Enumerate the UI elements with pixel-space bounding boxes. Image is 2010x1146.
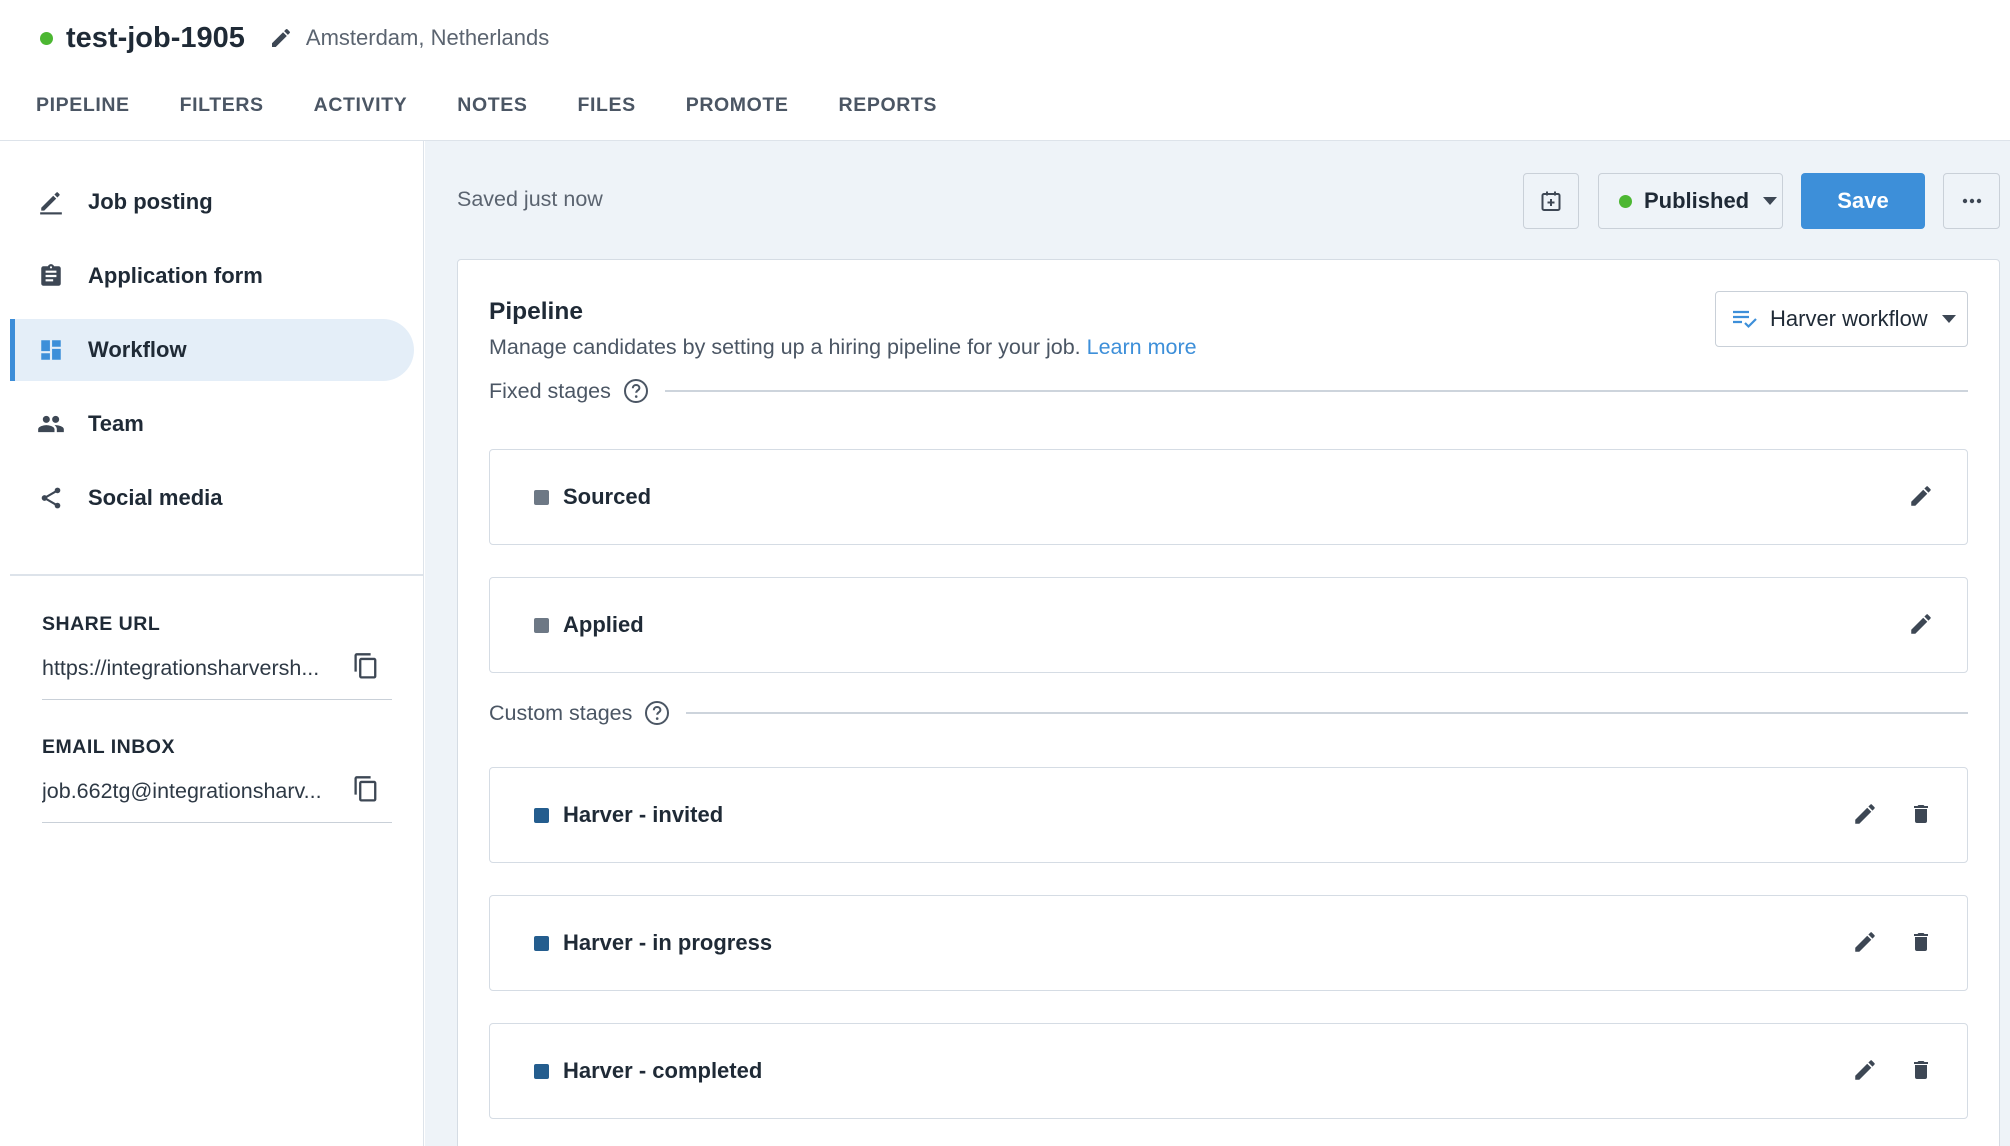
published-status-dot (1619, 194, 1632, 208)
sidebar: Job posting Application form Workflow Te… (10, 141, 424, 1146)
job-title-row: test-job-1905 Amsterdam, Netherlands (40, 18, 549, 58)
sidebar-item-label: Workflow (88, 337, 187, 362)
edit-stage-pencil-icon[interactable] (1905, 608, 1937, 640)
pipeline-card: Pipeline Manage candidates by setting up… (457, 259, 2000, 1146)
pipeline-title: Pipeline (489, 298, 583, 325)
tab-pipeline[interactable]: PIPELINE (36, 88, 130, 122)
edit-stage-pencil-icon[interactable] (1905, 480, 1937, 512)
stage-color-marker (534, 1063, 549, 1079)
stage-color-marker (534, 489, 549, 505)
stage-actions (1849, 1054, 1937, 1086)
chevron-down-icon (1763, 197, 1778, 205)
delete-stage-trash-icon[interactable] (1905, 926, 1937, 958)
clipboard-icon (36, 261, 66, 291)
schedule-button[interactable] (1523, 173, 1579, 229)
stage-actions (1849, 798, 1937, 830)
job-location: Amsterdam, Netherlands (305, 25, 550, 50)
help-icon[interactable] (644, 700, 670, 726)
email-inbox-row: job.662tg@integrationsharv... (42, 776, 392, 823)
stage-name: Applied (563, 612, 644, 637)
stage-actions (1905, 608, 1937, 640)
sidebar-item-label: Job posting (88, 189, 213, 214)
copy-url-icon[interactable] (352, 652, 380, 682)
tab-reports[interactable]: REPORTS (839, 88, 937, 122)
stage-name: Harver - completed (563, 1058, 763, 1083)
job-tabs: PIPELINE FILTERS ACTIVITY NOTES FILES PR… (36, 88, 987, 122)
dashboard-icon (36, 335, 66, 365)
edit-stage-pencil-icon[interactable] (1849, 798, 1881, 830)
tab-promote[interactable]: PROMOTE (686, 88, 789, 122)
sidebar-item-application-form[interactable]: Application form (10, 245, 414, 307)
save-status-text: Saved just now (457, 187, 603, 211)
tab-notes[interactable]: NOTES (457, 88, 527, 122)
stage-color-marker (534, 935, 549, 951)
edit-stage-pencil-icon[interactable] (1849, 1054, 1881, 1086)
sidebar-nav: Job posting Application form Workflow Te… (10, 171, 414, 541)
publish-status-dropdown[interactable]: Published (1598, 173, 1783, 229)
stage-name: Harver - in progress (563, 930, 773, 955)
fixed-stages-header: Fixed stages (489, 376, 1968, 406)
tab-activity[interactable]: ACTIVITY (314, 88, 408, 122)
job-title: test-job-1905 (66, 21, 245, 54)
more-horizontal-icon (1962, 198, 1981, 204)
sidebar-item-label: Application form (88, 263, 263, 288)
stage-row-sourced: Sourced (489, 449, 1968, 545)
playlist-check-icon (1733, 310, 1757, 329)
share-url-row: https://integrationsharversh... (42, 653, 392, 700)
help-icon[interactable] (623, 378, 649, 404)
tab-files[interactable]: FILES (577, 88, 635, 122)
sidebar-item-workflow[interactable]: Workflow (10, 319, 414, 381)
stage-row-applied: Applied (489, 577, 1968, 673)
stage-color-marker (534, 617, 549, 633)
workflow-select-label: Harver workflow (1770, 306, 1928, 331)
share-url-label: SHARE URL (42, 613, 161, 635)
share-url-block: SHARE URL https://integrationsharversh..… (42, 613, 392, 700)
fixed-stages-label: Fixed stages (489, 378, 611, 403)
stage-actions (1849, 926, 1937, 958)
pipeline-description-text: Manage candidates by setting up a hiring… (489, 335, 1081, 359)
share-icon (36, 483, 66, 513)
custom-stages-header: Custom stages (489, 698, 1968, 728)
sidebar-divider (10, 574, 423, 576)
sidebar-item-label: Team (88, 411, 144, 436)
workflow-select[interactable]: Harver workflow (1715, 291, 1968, 347)
edit-job-pencil-icon[interactable] (267, 24, 295, 52)
email-inbox-label: EMAIL INBOX (42, 736, 175, 758)
publish-status-label: Published (1644, 188, 1750, 213)
sidebar-item-label: Social media (88, 485, 223, 510)
stage-color-marker (534, 807, 549, 823)
main-content: Saved just now Published Save Pipeline M… (425, 141, 2010, 1146)
pencil-icon (36, 187, 66, 217)
section-divider (686, 712, 1968, 714)
stage-actions (1905, 480, 1937, 512)
chevron-down-icon (1941, 315, 1956, 323)
calendar-add-icon (1541, 191, 1561, 211)
edit-stage-pencil-icon[interactable] (1849, 926, 1881, 958)
people-icon (36, 409, 66, 439)
delete-stage-trash-icon[interactable] (1905, 1054, 1937, 1086)
custom-stages-label: Custom stages (489, 700, 633, 725)
pipeline-description: Manage candidates by setting up a hiring… (489, 335, 1197, 360)
email-inbox-value[interactable]: job.662tg@integrationsharv... (42, 779, 342, 804)
tab-filters[interactable]: FILTERS (180, 88, 264, 122)
stage-row-harver-in-progress: Harver - in progress (489, 895, 1968, 991)
stage-name: Harver - invited (563, 802, 724, 827)
copy-email-icon[interactable] (352, 775, 380, 805)
more-options-button[interactable] (1943, 173, 2000, 229)
job-header: test-job-1905 Amsterdam, Netherlands PIP… (0, 0, 2010, 141)
share-url-value[interactable]: https://integrationsharversh... (42, 656, 342, 681)
job-status-dot (40, 31, 53, 45)
save-button[interactable]: Save (1801, 173, 1925, 229)
section-divider (664, 390, 1968, 392)
delete-stage-trash-icon[interactable] (1905, 798, 1937, 830)
sidebar-item-job-posting[interactable]: Job posting (10, 171, 414, 233)
sidebar-item-team[interactable]: Team (10, 393, 414, 455)
stage-row-harver-completed: Harver - completed (489, 1023, 1968, 1119)
sidebar-item-social-media[interactable]: Social media (10, 467, 414, 529)
stage-row-harver-invited: Harver - invited (489, 767, 1968, 863)
learn-more-link[interactable]: Learn more (1087, 335, 1197, 359)
email-inbox-block: EMAIL INBOX job.662tg@integrationsharv..… (42, 736, 392, 823)
stage-name: Sourced (563, 484, 652, 509)
